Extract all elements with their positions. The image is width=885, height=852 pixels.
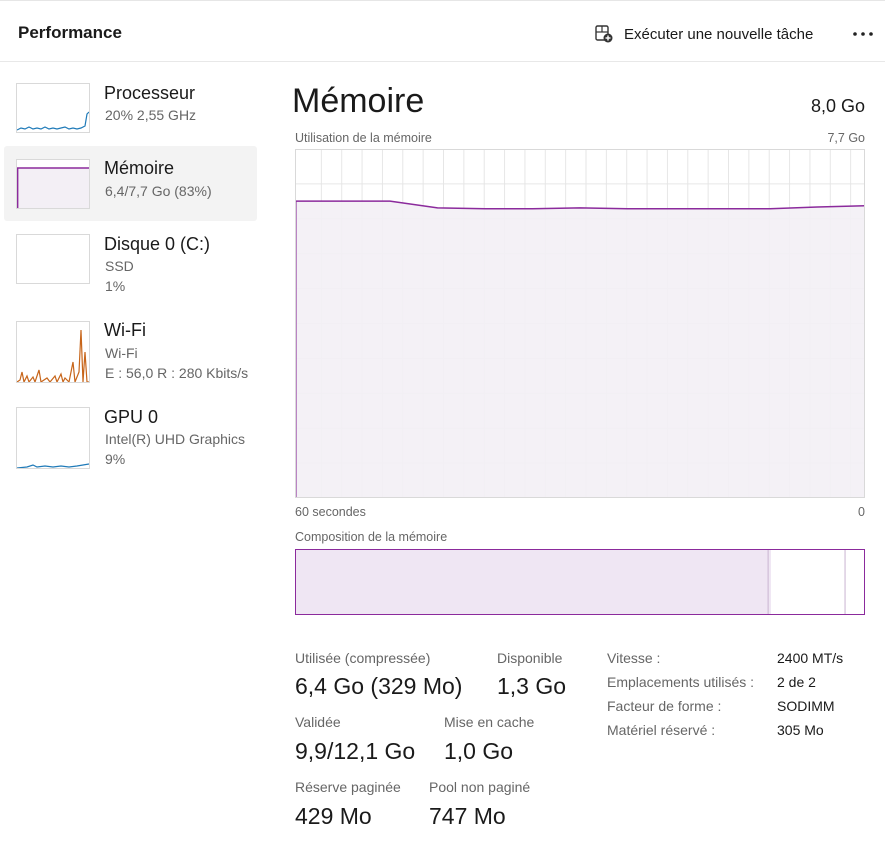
available-value: 1,3 Go (497, 673, 567, 699)
sidebar-item-wifi-throughput: E : 56,0 R : 280 Kbits/s (105, 365, 249, 381)
usage-chart-max-label: 7,7 Go (827, 131, 865, 145)
sidebar-item-gpu[interactable]: GPU 0 Intel(R) UHD Graphics 9% (4, 399, 257, 474)
header-bar: Performance Exécuter une nouvelle tâche (0, 0, 885, 62)
sidebar-item-wifi-type: Wi-Fi (105, 345, 138, 361)
sidebar-item-disk[interactable]: Disque 0 (C:) SSD 1% (4, 226, 257, 301)
committed-label: Validée (295, 714, 341, 730)
cpu-sparkline (17, 111, 89, 131)
paged-pool-value: 429 Mo (295, 803, 372, 829)
hardware-reserved-label: Matériel réservé : (607, 722, 716, 738)
usage-area-fill (295, 201, 865, 498)
cpu-thumbnail-graph (16, 83, 90, 133)
x-axis-left-label: 60 secondes (295, 505, 366, 519)
sidebar-item-wifi[interactable]: Wi-Fi Wi-Fi E : 56,0 R : 280 Kbits/s (4, 313, 257, 388)
gpu-sparkline (17, 463, 89, 468)
memory-sparkline (17, 167, 89, 208)
slots-value: 2 de 2 (777, 674, 816, 690)
composition-label: Composition de la mémoire (295, 530, 448, 544)
slots-label: Emplacements utilisés : (607, 674, 755, 690)
speed-label: Vitesse : (607, 650, 661, 666)
sidebar-item-disk-name: Disque 0 (C:) (104, 234, 211, 254)
sidebar-item-gpu-model: Intel(R) UHD Graphics (105, 431, 246, 447)
wifi-thumbnail-graph (16, 321, 90, 383)
wifi-sparkline (17, 329, 89, 382)
sidebar-item-wifi-name: Wi-Fi (104, 320, 146, 340)
form-factor-label: Facteur de forme : (607, 698, 722, 714)
sidebar-item-gpu-usage: 9% (105, 451, 126, 467)
sidebar-item-disk-usage: 1% (105, 278, 126, 294)
task-manager-window: Performance Exécuter une nouvelle tâche (0, 0, 885, 852)
x-axis-right-label: 0 (858, 505, 865, 519)
sidebar-item-memory[interactable]: Mémoire 6,4/7,7 Go (83%) (4, 146, 257, 221)
sidebar-item-memory-detail: 6,4/7,7 Go (83%) (105, 183, 212, 199)
used-label: Utilisée (compressée) (295, 650, 431, 666)
sidebar-item-cpu-detail: 20% 2,55 GHz (105, 107, 197, 123)
sidebar-item-cpu-name: Processeur (104, 83, 196, 103)
form-factor-value: SODIMM (777, 698, 835, 714)
nonpaged-pool-value: 747 Mo (429, 803, 506, 829)
available-label: Disponible (497, 650, 563, 666)
more-horizontal-icon[interactable] (850, 23, 876, 45)
memory-usage-chart (295, 149, 865, 498)
committed-value: 9,9/12,1 Go (295, 738, 416, 764)
cached-value: 1,0 Go (444, 738, 514, 764)
disk-thumbnail-graph (16, 234, 90, 284)
composition-in-use[interactable] (295, 549, 771, 615)
sidebar-item-gpu-name: GPU 0 (104, 407, 159, 427)
total-memory: 8,0 Go (810, 96, 865, 116)
usage-chart-label: Utilisation de la mémoire (295, 131, 432, 145)
gpu-thumbnail-graph (16, 407, 90, 469)
nonpaged-pool-label: Pool non paginé (429, 779, 531, 795)
hardware-reserved-value: 305 Mo (777, 722, 824, 738)
memory-composition-bar[interactable] (295, 549, 865, 615)
paged-pool-label: Réserve paginée (295, 779, 401, 795)
run-new-task-button[interactable]: Exécuter une nouvelle tâche (594, 23, 813, 45)
sidebar-item-cpu[interactable]: Processeur 20% 2,55 GHz (4, 75, 257, 150)
sidebar-item-disk-type: SSD (105, 258, 134, 274)
cached-label: Mise en cache (444, 714, 535, 730)
new-task-icon (595, 25, 613, 43)
memory-thumbnail-graph (16, 159, 90, 209)
page-title: Performance (18, 23, 122, 42)
run-new-task-label: Exécuter une nouvelle tâche (624, 25, 814, 43)
sidebar-item-memory-name: Mémoire (104, 158, 175, 178)
speed-value: 2400 MT/s (777, 650, 844, 666)
section-title: Mémoire (292, 82, 425, 120)
disk-sparkline (17, 235, 89, 284)
used-value: 6,4 Go (329 Mo) (295, 673, 463, 699)
